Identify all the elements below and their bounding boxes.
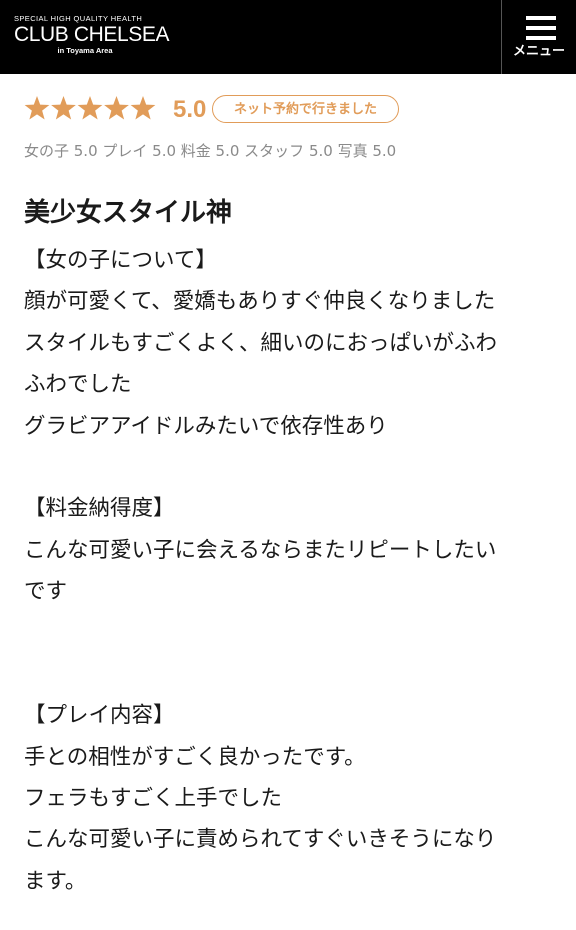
- review-line: [24, 613, 556, 654]
- review-line: [24, 447, 556, 488]
- review-line: こんな可愛い子に責められてすぐいきそうになり: [24, 827, 497, 853]
- review-line: こんな可愛い子に会えるならまたリピートしたい: [24, 537, 497, 563]
- review-line: 【料金納得度】: [24, 496, 175, 522]
- star-rating: [24, 94, 156, 124]
- star-icon: [130, 96, 156, 120]
- review-line: 顔が可愛くて、愛嬌もありすぐ仲良くなりました: [24, 289, 496, 315]
- menu-label: メニュー: [512, 44, 565, 59]
- star-rating-icons: [24, 96, 156, 120]
- star-icon: [24, 96, 50, 120]
- hamburger-icon: [526, 16, 556, 42]
- overall-score: 5.0: [173, 96, 207, 123]
- logo-area: in Toyama Area: [57, 46, 113, 55]
- review-line: です: [24, 579, 68, 605]
- review-body: 【女の子について】顔が可愛くて、愛嬌もありすぐ仲良くなりました スタイルもすごくよ…: [24, 240, 556, 902]
- review-line: 【プレイ内容】: [24, 703, 175, 729]
- star-icon: [51, 96, 76, 120]
- star-icon: [77, 96, 103, 120]
- review-line: 手との相性がすごく良かったです。: [24, 744, 366, 770]
- review-line: [24, 654, 556, 695]
- review-title: 美少女スタイル神: [24, 198, 233, 228]
- review-line: ます。: [24, 868, 87, 894]
- net-reservation-badge: ネット予約で行きました: [212, 95, 399, 123]
- rating-row: 5.0 ネット予約で行きました: [24, 92, 564, 128]
- category-scores: 女の子 5.0 プレイ 5.0 料金 5.0 スタッフ 5.0 写真 5.0: [24, 142, 397, 160]
- logo-tagline: SPECIAL HIGH QUALITY HEALTH: [14, 14, 143, 23]
- review-line: フェラもすごく上手でした: [24, 786, 283, 812]
- menu-button[interactable]: メニュー: [502, 0, 576, 74]
- review-line: グラビアアイドルみたいで依存性あり: [24, 413, 388, 439]
- logo-name: CLUB CHELSEA: [14, 23, 170, 46]
- club-chelsea-logo[interactable]: SPECIAL HIGH QUALITY HEALTH CLUB CHELSEA…: [14, 14, 170, 56]
- star-icon: [104, 96, 129, 120]
- review-line: ふわでした: [24, 372, 132, 398]
- review-line: 【女の子について】: [24, 248, 217, 273]
- review-line: スタイルもすごくよく、細いのにおっぱいがふわ: [24, 330, 498, 356]
- site-header: SPECIAL HIGH QUALITY HEALTH CLUB CHELSEA…: [0, 0, 576, 74]
